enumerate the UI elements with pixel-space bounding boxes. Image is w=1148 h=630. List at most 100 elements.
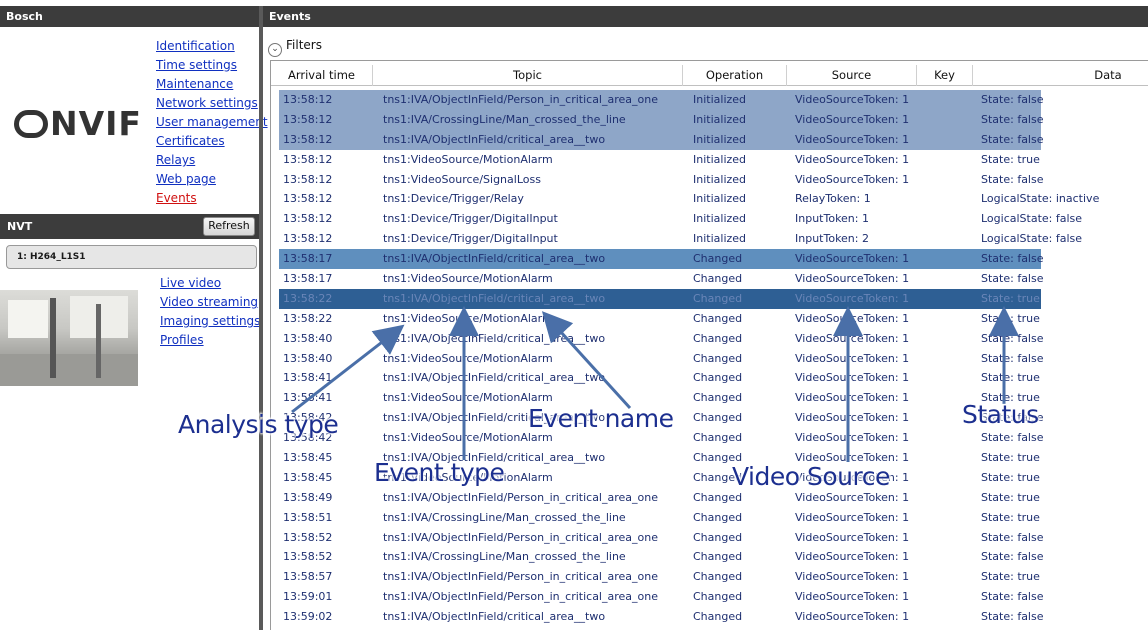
column-header-key[interactable]: Key xyxy=(917,65,973,86)
left-panel-title: Bosch xyxy=(0,6,259,27)
cell-data: State: true xyxy=(981,152,1040,166)
cell-arrival-time: 13:58:45 xyxy=(283,470,333,484)
table-row[interactable]: 13:58:12 tns1:IVA/CrossingLine/Man_crosse… xyxy=(271,109,1148,130)
table-row[interactable]: 13:58:52 tns1:IVA/CrossingLine/Man_crosse… xyxy=(271,547,1148,567)
menu-item-user-management[interactable]: User management xyxy=(156,113,268,132)
column-header-topic[interactable]: Topic xyxy=(373,65,683,86)
cell-arrival-time: 13:59:01 xyxy=(283,590,333,604)
menu-item-web-page[interactable]: Web page xyxy=(156,170,268,189)
cell-topic: tns1:IVA/ObjectInField/critical_area__tw… xyxy=(383,610,606,624)
menu-item-network-settings[interactable]: Network settings xyxy=(156,94,268,113)
cell-data: State: false xyxy=(981,132,1044,146)
cell-operation: Initialized xyxy=(693,212,747,226)
cell-arrival-time: 13:58:12 xyxy=(283,132,333,146)
cell-source: VideoSourceToken: 1 xyxy=(795,152,910,166)
cell-data: State: false xyxy=(981,530,1044,544)
table-row[interactable]: 13:58:40 tns1:IVA/ObjectInField/critical_… xyxy=(271,329,1148,349)
menu-item-imaging-settings[interactable]: Imaging settings xyxy=(160,312,260,331)
cell-data: State: true xyxy=(981,510,1040,524)
cell-arrival-time: 13:59:02 xyxy=(283,610,333,624)
table-row[interactable]: 13:58:12 tns1:IVA/ObjectInField/critical_… xyxy=(271,129,1148,150)
filters-toggle[interactable]: ⌄ Filters xyxy=(268,38,322,57)
table-row[interactable]: 13:58:17 tns1:IVA/ObjectInField/critical_… xyxy=(271,249,1148,270)
events-panel-title: Events xyxy=(263,6,1148,27)
cell-topic: tns1:IVA/ObjectInField/Person_in_critica… xyxy=(383,570,658,584)
cell-operation: Changed xyxy=(693,431,743,445)
table-row[interactable]: 13:58:51 tns1:IVA/CrossingLine/Man_crosse… xyxy=(271,508,1148,528)
cell-data: State: true xyxy=(981,311,1040,325)
cell-operation: Changed xyxy=(693,371,743,385)
table-row[interactable]: 13:58:17 tns1:VideoSource/MotionAlarm Chan… xyxy=(271,269,1148,289)
menu-item-live-video[interactable]: Live video xyxy=(160,274,260,293)
cell-topic: tns1:IVA/ObjectInField/Person_in_critica… xyxy=(383,530,658,544)
cell-data: State: false xyxy=(981,610,1044,624)
refresh-button[interactable]: Refresh xyxy=(203,217,255,236)
table-row[interactable]: 13:58:42 tns1:VideoSource/MotionAlarm Chan… xyxy=(271,428,1148,448)
table-row[interactable]: 13:58:40 tns1:VideoSource/MotionAlarm Chan… xyxy=(271,349,1148,369)
column-header-operation[interactable]: Operation xyxy=(683,65,787,86)
table-row[interactable]: 13:58:12 tns1:Device/Trigger/DigitalInput… xyxy=(271,229,1148,249)
cell-data: State: false xyxy=(981,172,1044,186)
table-row[interactable]: 13:59:02 tns1:IVA/ObjectInField/critical_… xyxy=(271,607,1148,627)
menu-item-profiles[interactable]: Profiles xyxy=(160,331,260,350)
cell-arrival-time: 13:58:17 xyxy=(283,252,333,266)
cell-operation: Changed xyxy=(693,530,743,544)
cell-source: VideoSourceToken: 1 xyxy=(795,351,910,365)
column-header-data[interactable]: Data xyxy=(973,65,1148,86)
menu-item-time-settings[interactable]: Time settings xyxy=(156,56,268,75)
table-row[interactable]: 13:58:12 tns1:Device/Trigger/Relay Initial… xyxy=(271,189,1148,209)
cell-arrival-time: 13:58:12 xyxy=(283,93,333,106)
column-header-source[interactable]: Source xyxy=(787,65,917,86)
cell-arrival-time: 13:58:12 xyxy=(283,112,333,126)
cell-arrival-time: 13:58:45 xyxy=(283,451,333,465)
cell-topic: tns1:IVA/ObjectInField/Person_in_critica… xyxy=(383,93,658,106)
cell-source: VideoSourceToken: 1 xyxy=(795,172,910,186)
menu-item-events[interactable]: Events xyxy=(156,189,268,208)
table-row[interactable]: 13:58:12 tns1:Device/Trigger/DigitalInput… xyxy=(271,209,1148,229)
menu-item-maintenance[interactable]: Maintenance xyxy=(156,75,268,94)
cell-source: InputToken: 1 xyxy=(795,212,869,226)
cell-data: LogicalState: false xyxy=(981,212,1083,226)
annotation-event-name: Event name xyxy=(528,404,674,433)
cell-arrival-time: 13:58:57 xyxy=(283,570,333,584)
panel-divider[interactable] xyxy=(259,6,263,630)
table-row[interactable]: 13:58:41 tns1:IVA/ObjectInField/critical_… xyxy=(271,368,1148,388)
menu-item-certificates[interactable]: Certificates xyxy=(156,132,268,151)
cell-arrival-time: 13:58:12 xyxy=(283,192,333,206)
cell-operation: Changed xyxy=(693,610,743,624)
menu-item-relays[interactable]: Relays xyxy=(156,151,268,170)
cell-data: State: false xyxy=(981,431,1044,445)
table-header: Arrival time Topic Operation Source Key … xyxy=(271,65,1148,86)
cell-data: State: false xyxy=(981,93,1044,106)
cell-source: VideoSourceToken: 1 xyxy=(795,431,910,445)
cell-source: VideoSourceToken: 1 xyxy=(795,132,910,146)
cell-arrival-time: 13:58:52 xyxy=(283,530,333,544)
cell-operation: Initialized xyxy=(693,192,747,206)
column-header-arrival-time[interactable]: Arrival time xyxy=(271,65,373,86)
table-row[interactable]: 13:59:01 tns1:IVA/ObjectInField/Person_in… xyxy=(271,587,1148,607)
camera-thumbnail[interactable] xyxy=(0,290,138,386)
table-row[interactable]: 13:58:12 tns1:VideoSource/SignalLoss Initi… xyxy=(271,170,1148,190)
table-row[interactable]: 13:58:22 tns1:IVA/ObjectInField/critical_… xyxy=(271,288,1148,309)
cell-operation: Changed xyxy=(693,570,743,584)
cell-arrival-time: 13:58:17 xyxy=(283,272,333,286)
cell-source: VideoSourceToken: 1 xyxy=(795,411,910,425)
table-row[interactable]: 13:58:22 tns1:VideoSource/MotionAlarm Chan… xyxy=(271,309,1148,329)
cell-source: VideoSourceToken: 1 xyxy=(795,371,910,385)
cell-data: State: false xyxy=(981,550,1044,564)
table-row[interactable]: 13:58:57 tns1:IVA/ObjectInField/Person_in… xyxy=(271,567,1148,587)
table-row[interactable]: 13:58:12 tns1:IVA/ObjectInField/Person_in… xyxy=(271,90,1148,110)
menu-item-identification[interactable]: Identification xyxy=(156,37,268,56)
cell-topic: tns1:Device/Trigger/Relay xyxy=(383,192,524,206)
cell-topic: tns1:IVA/CrossingLine/Man_crossed_the_li… xyxy=(383,112,626,126)
cell-operation: Changed xyxy=(693,590,743,604)
table-row[interactable]: 13:58:12 tns1:VideoSource/MotionAlarm Init… xyxy=(271,150,1148,170)
video-menu: Live video Video streaming Imaging setti… xyxy=(160,274,260,350)
table-row[interactable]: 13:58:52 tns1:IVA/ObjectInField/Person_in… xyxy=(271,528,1148,548)
menu-item-video-streaming[interactable]: Video streaming xyxy=(160,293,260,312)
table-row[interactable]: 13:58:49 tns1:IVA/ObjectInField/Person_in… xyxy=(271,488,1148,508)
cell-source: VideoSourceToken: 1 xyxy=(795,112,910,126)
cell-operation: Changed xyxy=(693,331,743,345)
cell-operation: Initialized xyxy=(693,93,747,106)
profile-selector[interactable]: 1: H264_L1S1 xyxy=(6,245,257,269)
